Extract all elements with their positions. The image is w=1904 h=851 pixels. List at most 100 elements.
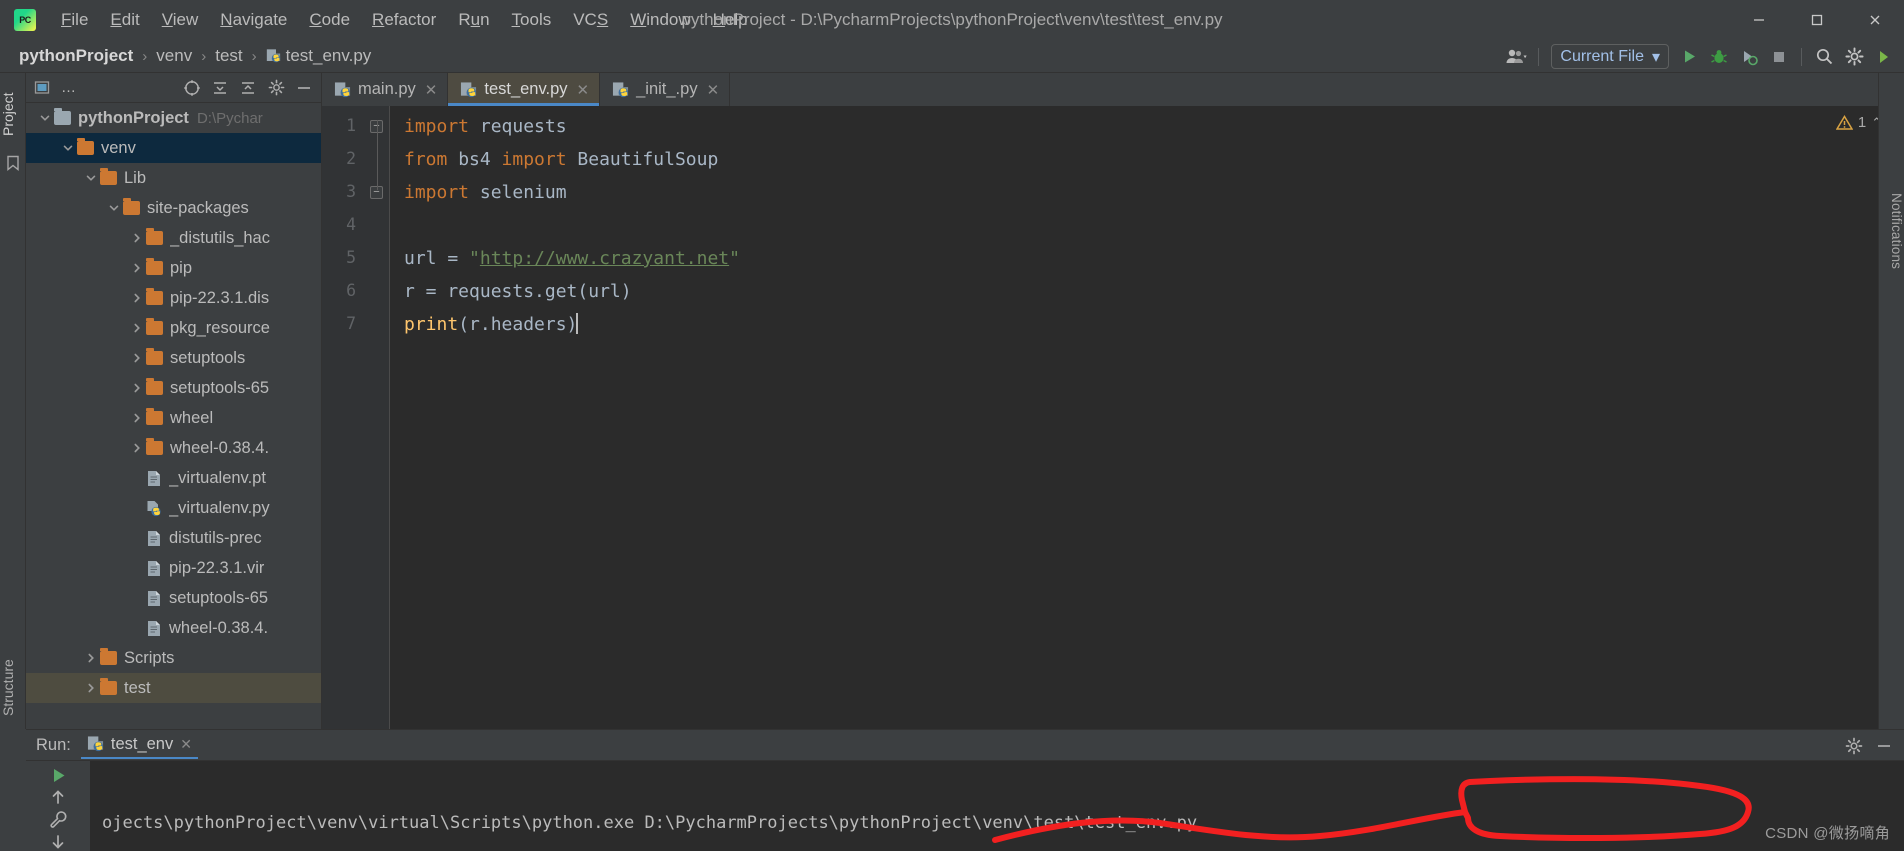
chevron-down-icon[interactable]: [105, 202, 123, 214]
chevron-right-icon[interactable]: [128, 232, 146, 244]
menu-item-view[interactable]: View: [151, 6, 210, 34]
chevron-right-icon[interactable]: [128, 382, 146, 394]
run-tab-test-env[interactable]: test_env ✕: [80, 732, 198, 759]
menu-item-help[interactable]: Help: [702, 6, 759, 34]
tree-item-pip-22-3-1-dis[interactable]: pip-22.3.1.dis: [26, 283, 321, 313]
project-view-selector[interactable]: [30, 76, 56, 100]
expand-all-icon[interactable]: [235, 76, 261, 100]
editor-gutter[interactable]: 1234567−−: [322, 106, 390, 729]
rerun-button[interactable]: [43, 765, 73, 785]
chevron-down-icon[interactable]: [36, 112, 54, 124]
bookmarks-icon[interactable]: [5, 155, 21, 171]
chevron-right-icon[interactable]: [128, 412, 146, 424]
tree-item-label: setuptools-65: [170, 378, 270, 397]
tree-item-wheel-0-38-4-[interactable]: wheel-0.38.4.: [26, 433, 321, 463]
chevron-down-icon[interactable]: [59, 142, 77, 154]
project-tree[interactable]: pythonProject D:\Pychar venv Lib site-packag…: [26, 103, 321, 729]
chevron-right-icon[interactable]: [128, 442, 146, 454]
tree-item-pip-22-3-1-vir[interactable]: pip-22.3.1.vir: [26, 553, 321, 583]
breadcrumb-item-test[interactable]: test: [210, 44, 247, 68]
menu-item-code[interactable]: Code: [298, 6, 361, 34]
sidebar-tab-notifications[interactable]: Notifications: [1878, 193, 1904, 269]
scroll-down-button[interactable]: [43, 832, 73, 851]
close-icon[interactable]: ✕: [180, 736, 192, 753]
editor-tab-main-py[interactable]: main.py ✕: [322, 73, 449, 106]
window-controls: [1730, 0, 1904, 40]
close-icon[interactable]: ✕: [577, 81, 590, 99]
minimize-button[interactable]: [1730, 0, 1788, 40]
chevron-right-icon[interactable]: [82, 652, 100, 664]
sidebar-tab-project[interactable]: Project: [0, 77, 26, 151]
tree-item-label: pythonProject: [78, 108, 189, 127]
breadcrumb-item-venv[interactable]: venv: [151, 44, 197, 68]
close-button[interactable]: [1846, 0, 1904, 40]
wrench-icon[interactable]: [43, 810, 73, 830]
text-caret: [576, 313, 579, 334]
menu-item-tools[interactable]: Tools: [501, 6, 563, 34]
tree-item-site-packages[interactable]: site-packages: [26, 193, 321, 223]
tree-item-setuptools-65[interactable]: setuptools-65: [26, 583, 321, 613]
debug-button[interactable]: [1705, 43, 1733, 71]
close-icon[interactable]: ✕: [707, 81, 720, 99]
editor-tab-test-env-py[interactable]: test_env.py ✕: [448, 73, 601, 106]
hide-panel-icon[interactable]: [291, 76, 317, 100]
scroll-up-button[interactable]: [43, 787, 73, 807]
chevron-right-icon[interactable]: [128, 322, 146, 334]
sidebar-tab-structure[interactable]: Structure: [0, 645, 26, 731]
console-output[interactable]: ojects\pythonProject\venv\virtual\Script…: [90, 761, 1904, 851]
menu-item-window[interactable]: Window: [619, 6, 701, 34]
tree-item--virtualenv-py[interactable]: _virtualenv.py: [26, 493, 321, 523]
run-settings-icon[interactable]: [1840, 732, 1868, 760]
run-button[interactable]: [1675, 43, 1703, 71]
tree-item-wheel-0-38-4-[interactable]: wheel-0.38.4.: [26, 613, 321, 643]
user-profile-icon[interactable]: [1502, 43, 1530, 71]
chevron-right-icon[interactable]: [128, 262, 146, 274]
maximize-button[interactable]: [1788, 0, 1846, 40]
tree-item--distutils-hac[interactable]: _distutils_hac: [26, 223, 321, 253]
tree-item-venv[interactable]: venv: [26, 133, 321, 163]
code-line: import requests: [390, 110, 1904, 143]
gear-icon[interactable]: [1840, 43, 1868, 71]
tree-item-wheel[interactable]: wheel: [26, 403, 321, 433]
tree-item-scripts[interactable]: Scripts: [26, 643, 321, 673]
code-content[interactable]: import requests from bs4 import Beautiful…: [390, 106, 1904, 729]
tree-item-test[interactable]: test: [26, 673, 321, 703]
line-number: 7: [346, 314, 356, 333]
code-editor[interactable]: 1234567−− import requestsfrom bs4 import…: [322, 106, 1904, 729]
editor-tab--init--py[interactable]: _init_.py ✕: [600, 73, 731, 106]
tree-item-pkg-resource[interactable]: pkg_resource: [26, 313, 321, 343]
menu-item-edit[interactable]: Edit: [99, 6, 150, 34]
tree-item-pythonproject[interactable]: pythonProject D:\Pychar: [26, 103, 321, 133]
folder-icon: [100, 678, 117, 695]
tree-item-distutils-prec[interactable]: distutils-prec: [26, 523, 321, 553]
collapse-all-icon[interactable]: [207, 76, 233, 100]
run-configuration-selector[interactable]: Current File ▾: [1551, 44, 1669, 69]
menu-item-vcs[interactable]: VCS: [562, 6, 619, 34]
tree-item-setuptools-65[interactable]: setuptools-65: [26, 373, 321, 403]
updates-icon[interactable]: [1870, 43, 1898, 71]
menu-item-run[interactable]: Run: [447, 6, 500, 34]
stop-button[interactable]: [1765, 43, 1793, 71]
hide-run-panel-icon[interactable]: [1870, 732, 1898, 760]
chevron-right-icon[interactable]: [128, 292, 146, 304]
tree-item-pip[interactable]: pip: [26, 253, 321, 283]
python-file-icon: [612, 81, 629, 99]
chevron-down-icon[interactable]: [82, 172, 100, 184]
run-panel-side-toolbar: [26, 761, 90, 851]
breadcrumb-item-pythonproject[interactable]: pythonProject: [14, 44, 138, 68]
close-icon[interactable]: ✕: [425, 81, 438, 99]
breadcrumb-item-test-env-py[interactable]: test_env.py: [261, 44, 377, 68]
tree-item-label: test: [124, 678, 151, 697]
run-with-coverage-button[interactable]: [1735, 43, 1763, 71]
tree-item-setuptools[interactable]: setuptools: [26, 343, 321, 373]
chevron-right-icon[interactable]: [128, 352, 146, 364]
menu-item-file[interactable]: File: [50, 6, 99, 34]
locate-file-icon[interactable]: [179, 76, 205, 100]
tree-item--virtualenv-pt[interactable]: _virtualenv.pt: [26, 463, 321, 493]
chevron-right-icon[interactable]: [82, 682, 100, 694]
menu-item-refactor[interactable]: Refactor: [361, 6, 447, 34]
menu-item-navigate[interactable]: Navigate: [209, 6, 298, 34]
project-settings-icon[interactable]: [263, 76, 289, 100]
search-icon[interactable]: [1810, 43, 1838, 71]
tree-item-lib[interactable]: Lib: [26, 163, 321, 193]
